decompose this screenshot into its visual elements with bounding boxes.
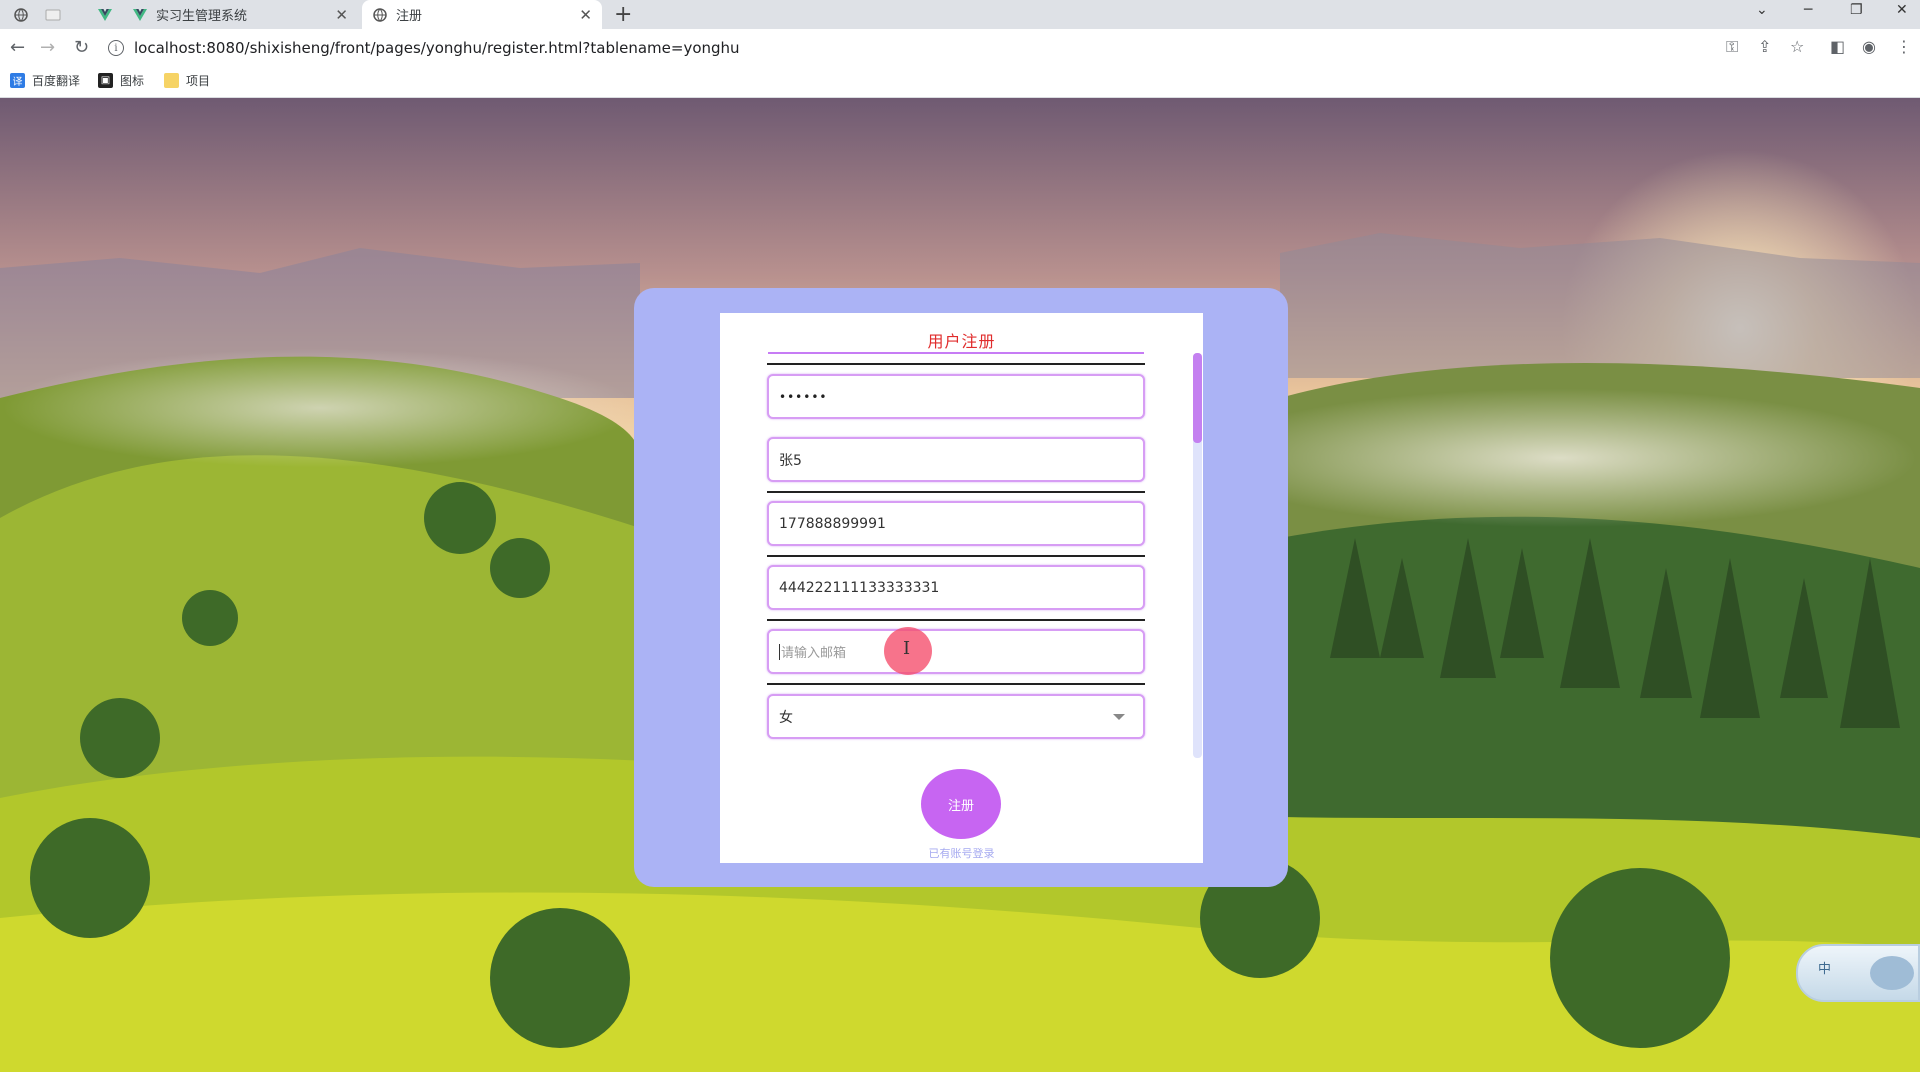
star-icon[interactable]: ☆ [1790,37,1804,56]
address-bar[interactable]: i localhost:8080/shixisheng/front/pages/… [108,33,1738,63]
tab-bar: 实习生管理系统 ✕ 注册 ✕ + ⌄ ─ ❐ ✕ [0,0,1920,29]
reload-icon[interactable]: ↻ [74,37,89,58]
ime-mascot-icon [1870,956,1914,990]
new-tab-button[interactable]: + [614,2,632,27]
key-icon[interactable]: ⚿ [1726,37,1738,57]
bookmark-baidu-translate[interactable]: 译 百度翻译 [10,72,80,89]
globe-icon[interactable] [12,6,30,24]
translate-icon: 译 [10,73,25,88]
menu-icon[interactable]: ⋮ [1896,37,1912,56]
restore-icon[interactable]: ❐ [1850,2,1863,18]
close-window-icon[interactable]: ✕ [1896,2,1908,18]
divider [767,491,1145,493]
email-input[interactable]: 请输入邮箱 [767,629,1145,674]
login-link[interactable]: 已有账号登录 [720,845,1203,861]
divider [767,619,1145,621]
share-icon[interactable]: ⇪ [1758,37,1771,56]
tab-label: 实习生管理系统 [156,9,248,24]
text-caret [779,643,780,660]
forward-icon[interactable]: → [40,37,55,58]
profile-icon[interactable]: ◉ [1862,37,1876,56]
vue-logo-icon [132,7,148,23]
bookmark-project[interactable]: 项目 [164,72,210,89]
tab-register[interactable]: 注册 ✕ [362,0,602,29]
title-underline [768,352,1144,354]
bookmarks-bar: 译 百度翻译 ▣ 图标 项目 [0,67,1920,98]
tab-search-icon[interactable]: ⌄ [1756,2,1768,18]
gender-select[interactable]: 女 [767,694,1145,739]
image-icon: ▣ [98,73,113,88]
password-input[interactable]: •••••• [767,374,1145,419]
ime-toolbar[interactable]: 中 [1796,944,1920,1002]
close-tab-icon[interactable]: ✕ [335,6,348,24]
info-icon[interactable]: i [108,40,124,56]
phone-input[interactable]: 177888899991 [767,501,1145,546]
url-text: localhost:8080/shixisheng/front/pages/yo… [134,39,740,57]
id-number-input[interactable]: 444222111133333331 [767,565,1145,610]
back-icon[interactable]: ← [10,37,25,58]
blank-tab-icon[interactable] [44,6,62,24]
form-title: 用户注册 [927,332,996,351]
register-button[interactable]: 注册 [921,769,1001,839]
minimize-icon[interactable]: ─ [1804,2,1812,18]
mist [1200,388,1920,528]
divider [767,555,1145,557]
scrollbar-thumb[interactable] [1193,353,1202,443]
tab-intern-system[interactable]: 实习生管理系统 ✕ [122,0,358,29]
mist [0,348,640,468]
browser-toolbar: ← → ↻ i localhost:8080/shixisheng/front/… [0,29,1920,67]
ime-mode-label: 中 [1818,962,1832,977]
vue-tab-icon[interactable] [96,6,114,24]
chevron-down-icon [1113,714,1125,720]
bookmark-icons[interactable]: ▣ 图标 [98,72,144,89]
text-cursor-icon: I [903,638,911,659]
globe-icon [372,7,388,23]
close-tab-icon[interactable]: ✕ [579,6,592,24]
divider [767,683,1145,685]
name-input[interactable]: 张5 [767,437,1145,482]
divider [767,363,1145,365]
tab-label: 注册 [396,9,423,24]
side-panel-icon[interactable]: ◧ [1830,37,1845,56]
folder-icon [164,73,179,88]
